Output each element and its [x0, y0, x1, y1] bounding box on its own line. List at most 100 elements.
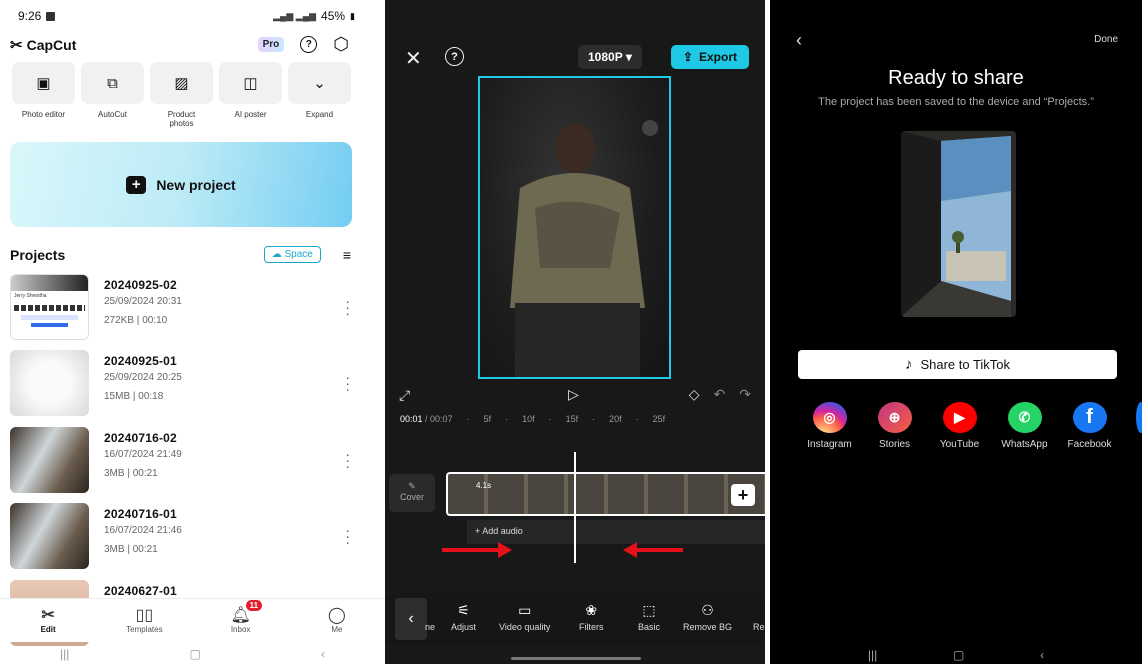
project-item[interactable]: 20240716-01 16/07/2024 21:46 3MB | 00:21…	[10, 503, 350, 569]
space-button[interactable]: ☁ Space	[263, 246, 321, 263]
back-nav-icon[interactable]: ‹	[1040, 648, 1044, 662]
tool-basic[interactable]: ⬚ Basic	[638, 602, 660, 632]
settings-icon[interactable]: ⬡	[333, 35, 349, 53]
toolbar-back-button[interactable]: ‹	[395, 598, 427, 640]
home-icon[interactable]: ▢	[953, 648, 964, 662]
system-nav-bar	[385, 646, 765, 664]
stories-icon: ⊕	[877, 402, 912, 433]
tool-product-photos[interactable]: ▨ Product photos	[150, 62, 213, 128]
tool-adjust[interactable]: ⚟ Adjust	[451, 602, 476, 632]
status-time: 9:26	[18, 9, 42, 23]
project-item[interactable]: Jerry Shrestha 20240925-02 25/09/2024 20…	[10, 274, 350, 340]
nav-edit[interactable]: ✂ Edit	[13, 599, 83, 642]
tool-partial-right[interactable]: Re	[753, 602, 765, 632]
share-whatsapp[interactable]: ✆ WhatsApp	[992, 402, 1057, 450]
share-subtitle: The project has been saved to the device…	[818, 96, 1094, 108]
tick-label: 15f	[565, 414, 579, 424]
video-preview[interactable]	[478, 76, 671, 379]
templates-icon: ▯▯	[135, 607, 154, 624]
app-label: Instagram	[807, 439, 852, 450]
tiktok-button-label: Share to TikTok	[920, 357, 1011, 372]
project-item[interactable]: 20240716-02 16/07/2024 21:49 3MB | 00:21…	[10, 427, 350, 493]
capcut-logo: ✂ CapCut	[10, 36, 76, 54]
status-bar: 9:26 ▂▄▆ ▂▄▆ 45% ▮	[18, 8, 355, 24]
project-thumbnail	[10, 427, 89, 493]
project-item[interactable]: 20240925-01 25/09/2024 20:25 15MB | 00:1…	[10, 350, 350, 416]
project-meta: 15MB | 00:18	[104, 391, 164, 402]
new-project-label: New project	[156, 176, 236, 193]
timecode-total: / 00:07	[425, 414, 453, 424]
share-title: Ready to share	[888, 67, 1024, 89]
more-options-icon[interactable]: · · ·	[345, 523, 350, 549]
tool-ai-poster[interactable]: ◫ AI poster	[219, 62, 282, 128]
home-icon[interactable]: ▢	[190, 647, 201, 661]
home-pill[interactable]	[511, 657, 641, 660]
add-audio-track[interactable]: + Add audio	[467, 520, 765, 544]
more-options-icon[interactable]: · · ·	[345, 370, 350, 396]
share-instagram[interactable]: ◎ Instagram	[797, 402, 862, 450]
nav-label: Inbox	[230, 625, 251, 634]
more-options-icon[interactable]: · · ·	[345, 294, 350, 320]
project-thumbnail	[10, 350, 89, 416]
more-apps-partial-icon[interactable]	[1136, 402, 1142, 433]
back-icon[interactable]: ‹	[796, 30, 802, 51]
playhead[interactable]	[574, 452, 576, 563]
tool-label: Product photos	[167, 110, 196, 128]
nav-me[interactable]: ◯ Me	[302, 599, 372, 642]
video-quality-icon: ▭	[518, 602, 532, 618]
undo-icon[interactable]: ↶	[714, 386, 726, 403]
fullscreen-icon[interactable]: ⤢	[399, 387, 410, 404]
brand-name: CapCut	[26, 37, 77, 53]
export-button[interactable]: ⇪ Export	[670, 45, 749, 69]
recents-icon[interactable]: |||	[60, 647, 69, 661]
bottom-nav: ✂ Edit ▯▯ Templates 🔔︎ 11 Inbox ◯ Me	[0, 598, 385, 642]
keyframe-icon[interactable]: ◇	[689, 386, 700, 403]
ai-poster-icon: ◫	[219, 62, 282, 104]
new-project-button[interactable]: + New project	[10, 142, 352, 227]
redo-icon[interactable]: ↷	[739, 386, 751, 403]
project-date: 25/09/2024 20:31	[104, 296, 182, 307]
nav-templates[interactable]: ▯▯ Templates	[109, 599, 179, 642]
close-icon[interactable]: ✕	[405, 46, 422, 71]
video-clip-track[interactable]: 4.1s	[446, 472, 765, 516]
play-icon[interactable]: ▷	[568, 386, 579, 403]
tool-remove-bg[interactable]: ⚇ Remove BG	[683, 602, 732, 632]
tool-photo-editor[interactable]: ▣ Photo editor	[12, 62, 75, 128]
pro-badge[interactable]: Pro	[257, 36, 285, 52]
sort-icon[interactable]: ≡	[343, 247, 351, 263]
red-arrow-right	[442, 542, 512, 558]
app-label: Stories	[878, 439, 911, 450]
app-label: WhatsApp	[1001, 439, 1048, 450]
space-label: Space	[284, 249, 313, 260]
done-button[interactable]: Done	[1094, 34, 1118, 45]
tool-filters[interactable]: ❀ Filters	[579, 602, 604, 632]
tool-autocut[interactable]: ⧉ AutoCut	[81, 62, 144, 128]
project-name: 20240627-01	[104, 584, 177, 598]
plus-icon: +	[126, 175, 147, 194]
projects-title: Projects	[10, 246, 66, 263]
project-date: 16/07/2024 21:46	[104, 525, 182, 536]
share-facebook[interactable]: f Facebook	[1057, 402, 1122, 450]
project-thumbnail	[10, 503, 89, 569]
nav-label: Edit	[40, 625, 56, 634]
share-youtube[interactable]: ▶ YouTube	[927, 402, 992, 450]
tool-expand[interactable]: ⌄ Expand	[288, 62, 351, 128]
back-icon[interactable]: ‹	[321, 647, 325, 661]
nav-inbox[interactable]: 🔔︎ 11 Inbox	[206, 599, 276, 642]
more-options-icon[interactable]: · · ·	[345, 447, 350, 473]
help-icon[interactable]: ?	[445, 47, 464, 66]
project-date: 25/09/2024 20:25	[104, 372, 182, 383]
share-to-tiktok-button[interactable]: ♪ Share to TikTok	[798, 350, 1117, 379]
tiktok-icon: ♪	[904, 356, 913, 373]
recents-icon[interactable]: |||	[868, 648, 877, 662]
inbox-badge: 11	[245, 600, 263, 611]
share-apps: ◎ Instagram ⊕ Stories ▶ YouTube ✆ WhatsA…	[797, 402, 1122, 450]
help-icon[interactable]: ?	[300, 35, 318, 53]
cover-button[interactable]: ✎ Cover	[389, 474, 435, 512]
tool-video-quality[interactable]: ▭ Video quality	[499, 602, 550, 632]
share-stories[interactable]: ⊕ Stories	[862, 402, 927, 450]
tool-partial-left[interactable]: ne	[425, 602, 435, 632]
add-clip-button[interactable]: +	[731, 484, 755, 506]
person-icon: ◯	[327, 607, 346, 624]
resolution-dropdown[interactable]: 1080P ▾	[578, 45, 642, 69]
